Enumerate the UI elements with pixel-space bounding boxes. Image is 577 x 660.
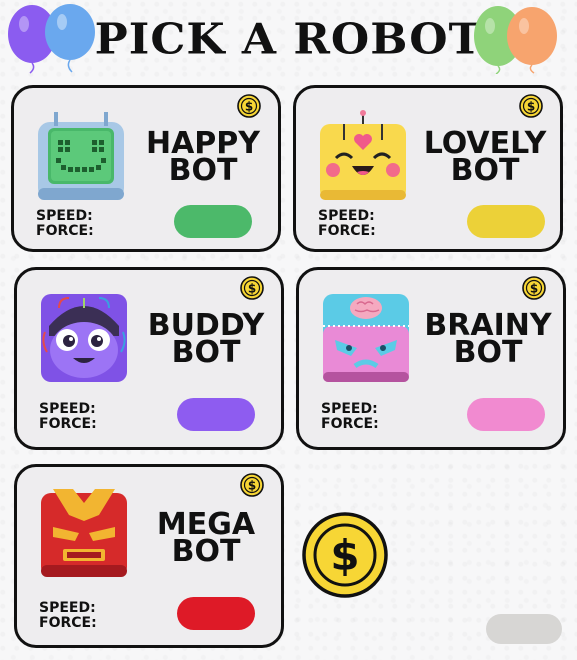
robot-stats: SPEED: FORCE: (39, 601, 97, 631)
mega-bot-icon (41, 489, 127, 577)
robot-card-buddy-bot[interactable]: $ BUDDY BOT SPEED: FORCE: (14, 267, 284, 450)
robot-card-mega-bot[interactable]: $ MEGA BOT SPEED: FORCE: (14, 464, 284, 648)
robot-name-line2: BOT (450, 153, 520, 188)
force-label: FORCE: (318, 223, 376, 239)
robot-card-brainy-bot[interactable]: $ BRAINY BOT SPEED: FORCE: (296, 267, 566, 450)
corner-pill-button[interactable] (486, 614, 562, 644)
coin-icon: $ (237, 94, 261, 118)
robot-name: BUDDY BOT (137, 311, 275, 370)
balloons-right-icon (474, 6, 557, 74)
robot-name-line2: BOT (168, 153, 238, 188)
robot-stats: SPEED: FORCE: (321, 402, 379, 432)
robot-name-line2: BOT (453, 335, 523, 370)
coin-symbol: $ (248, 479, 256, 493)
robot-card-lovely-bot[interactable]: $ LOVELY BOT SPEED: FORCE: (293, 85, 563, 252)
robot-name: HAPPY BOT (134, 129, 272, 188)
coin-symbol: $ (530, 282, 538, 296)
buddy-bot-icon (41, 294, 127, 382)
coin-icon: $ (240, 276, 264, 300)
happy-bot-icon (38, 112, 124, 200)
force-label: FORCE: (36, 223, 94, 239)
robot-name: BRAINY BOT (419, 311, 557, 370)
robot-name-line2: BOT (171, 335, 241, 370)
select-robot-button[interactable] (177, 597, 255, 630)
big-coin-icon[interactable]: $ (302, 512, 388, 598)
robot-stats: SPEED: FORCE: (39, 402, 97, 432)
lovely-bot-icon (320, 110, 406, 200)
robot-stats: SPEED: FORCE: (36, 209, 94, 239)
speed-label: SPEED: (321, 401, 378, 417)
force-label: FORCE: (39, 416, 97, 432)
big-coin-symbol: $ (330, 531, 359, 580)
robot-name: MEGA BOT (137, 510, 275, 569)
force-label: FORCE: (39, 615, 97, 631)
select-robot-button[interactable] (177, 398, 255, 431)
speed-label: SPEED: (39, 401, 96, 417)
coin-symbol: $ (248, 282, 256, 296)
brainy-bot-icon (323, 294, 409, 382)
coin-icon: $ (519, 94, 543, 118)
coin-symbol: $ (245, 100, 253, 114)
speed-label: SPEED: (39, 600, 96, 616)
coin-icon: $ (240, 473, 264, 497)
select-robot-button[interactable] (467, 398, 545, 431)
robot-name: LOVELY BOT (416, 129, 554, 188)
robot-stats: SPEED: FORCE: (318, 209, 376, 239)
select-robot-button[interactable] (467, 205, 545, 238)
coin-icon: $ (522, 276, 546, 300)
robot-name-line2: BOT (171, 534, 241, 569)
speed-label: SPEED: (318, 208, 375, 224)
coin-symbol: $ (527, 100, 535, 114)
force-label: FORCE: (321, 416, 379, 432)
speed-label: SPEED: (36, 208, 93, 224)
select-robot-button[interactable] (174, 205, 252, 238)
robot-card-happy-bot[interactable]: $ HAPPY BOT SPEED: FORCE: (11, 85, 281, 252)
